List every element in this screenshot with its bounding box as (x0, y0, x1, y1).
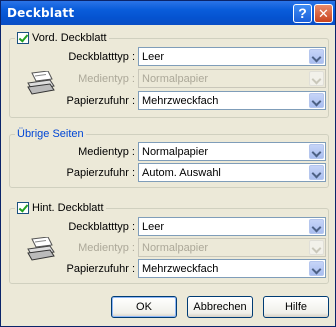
dialog-window: Deckblatt ? ✕ Vord. Deckblatt Deckblattt… (0, 0, 336, 327)
cancel-button[interactable]: Abbrechen (187, 296, 253, 318)
back-cover-checkbox[interactable] (17, 202, 29, 214)
front-cover-type-label: Deckblatttyp : (68, 51, 135, 63)
other-pages-label: Übrige Seiten (17, 128, 84, 140)
front-cover-type-value: Leer (142, 50, 165, 63)
chevron-down-icon (309, 240, 324, 255)
back-cover-type-label: Deckblatttyp : (68, 221, 135, 233)
front-cover-checkbox[interactable] (17, 32, 29, 44)
front-paper-source-label: Papierzufuhr : (66, 95, 135, 107)
window-title: Deckblatt (7, 6, 75, 20)
back-cover-label: Hint. Deckblatt (32, 202, 104, 214)
ok-button[interactable]: OK (111, 296, 177, 318)
front-paper-source-value: Mehrzweckfach (142, 94, 219, 107)
front-cover-header[interactable]: Vord. Deckblatt (15, 31, 109, 45)
back-paper-source-select[interactable]: Mehrzweckfach (138, 259, 326, 278)
chevron-down-icon[interactable] (309, 49, 324, 64)
front-media-type-select: Normalpapier (138, 69, 326, 88)
other-paper-source-select[interactable]: Autom. Auswahl (138, 163, 326, 182)
front-media-type-value: Normalpapier (142, 72, 209, 85)
title-help-button[interactable]: ? (293, 4, 312, 23)
other-pages-header: Übrige Seiten (15, 127, 86, 141)
title-close-button[interactable]: ✕ (314, 4, 333, 23)
back-cover-group: Hint. Deckblatt Deckblatttyp : Leer Medi… (9, 201, 329, 284)
front-cover-label: Vord. Deckblatt (32, 32, 107, 44)
title-bar[interactable]: Deckblatt ? ✕ (1, 1, 335, 25)
other-pages-group: Übrige Seiten Medientyp : Normalpapier P… (9, 127, 329, 188)
other-media-type-value: Normalpapier (142, 145, 209, 158)
front-cover-type-select[interactable]: Leer (138, 47, 326, 66)
front-media-type-label: Medientyp : (78, 73, 135, 85)
chevron-down-icon[interactable] (309, 261, 324, 276)
front-cover-group: Vord. Deckblatt Deckblatttyp : Leer Medi… (9, 31, 329, 118)
other-paper-source-value: Autom. Auswahl (142, 166, 221, 179)
chevron-down-icon[interactable] (309, 93, 324, 108)
chevron-down-icon[interactable] (309, 165, 324, 180)
back-media-type-label: Medientyp : (78, 242, 135, 254)
back-media-type-value: Normalpapier (142, 241, 209, 254)
back-paper-source-label: Papierzufuhr : (66, 263, 135, 275)
back-media-type-select: Normalpapier (138, 238, 326, 257)
other-media-type-label: Medientyp : (78, 146, 135, 158)
chevron-down-icon[interactable] (309, 144, 324, 159)
back-cover-type-value: Leer (142, 220, 165, 233)
other-media-type-select[interactable]: Normalpapier (138, 142, 326, 161)
help-button[interactable]: Hilfe (263, 296, 329, 318)
front-paper-source-select[interactable]: Mehrzweckfach (138, 91, 326, 110)
chevron-down-icon (309, 71, 324, 86)
back-cover-type-select[interactable]: Leer (138, 217, 326, 236)
chevron-down-icon[interactable] (309, 219, 324, 234)
other-paper-source-label: Papierzufuhr : (66, 167, 135, 179)
back-paper-source-value: Mehrzweckfach (142, 262, 219, 275)
back-cover-header[interactable]: Hint. Deckblatt (15, 201, 106, 215)
